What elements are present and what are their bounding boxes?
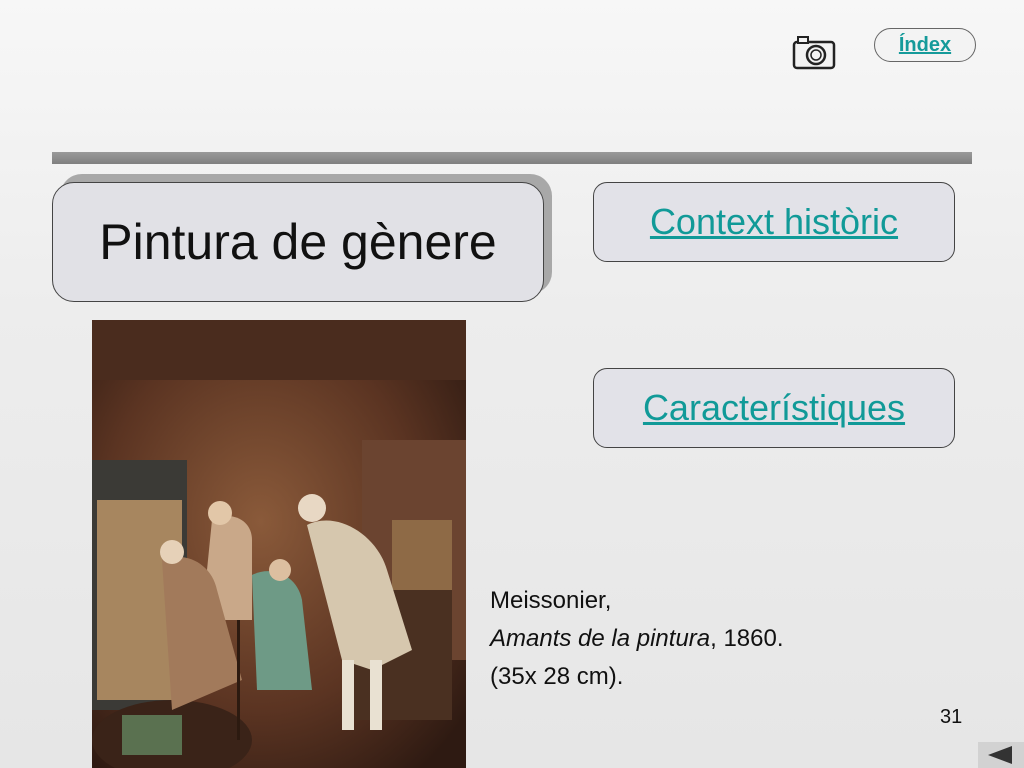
caption-work-title: Amants de la pintura [490,625,711,652]
camera-icon[interactable] [792,34,836,70]
caracteristiques-button[interactable]: Característiques [593,368,955,448]
caption-work-line: Amants de la pintura, 1860. [490,620,784,658]
context-historic-label[interactable]: Context històric [650,201,898,243]
caption-dimensions: (35x 28 cm). [490,663,624,690]
caption-artist: Meissonier, [490,587,612,614]
header-divider [52,152,972,164]
page-number: 31 [940,706,963,728]
index-link[interactable]: Índex [874,28,976,62]
page-title: Pintura de gènere [99,214,497,270]
painting-caption: Meissonier, Amants de la pintura, 1860. … [490,582,784,696]
painting-image [92,320,466,768]
caracteristiques-label[interactable]: Característiques [643,387,905,429]
back-arrow-icon[interactable] [978,742,1024,768]
context-historic-button[interactable]: Context històric [593,182,955,262]
page-title-box: Pintura de gènere [52,182,544,302]
caption-year: , 1860. [710,625,784,652]
